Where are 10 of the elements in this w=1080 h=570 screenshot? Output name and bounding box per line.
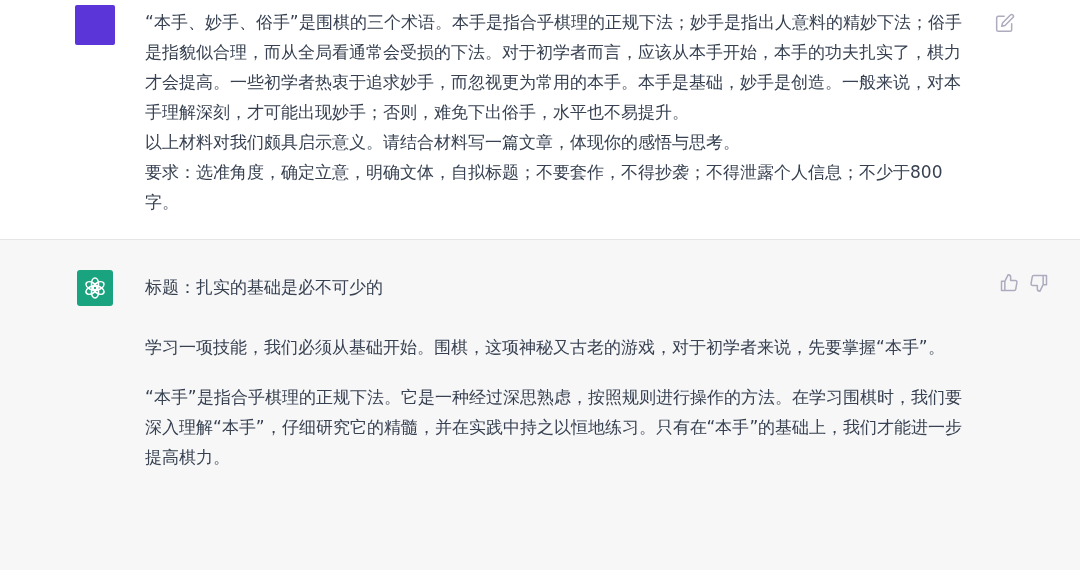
message-text: “本手”是指合乎棋理的正规下法。它是一种经过深思熟虑，按照规则进行操作的方法。在学习围棋时，我们要深入理解“本手”，仔细研究它的精髓，并在实践中持之以恒地练习。只有在“本手”的基础上，我们才能进一步提高棋力。 <box>145 386 964 469</box>
edit-icon[interactable] <box>995 13 1015 33</box>
essay-title: 标题：扎实的基础是必不可少的 <box>145 276 384 299</box>
message-text: 学习一项技能，我们必须从基础开始。围棋，这项神秘又古老的游戏，对于初学者来说，先要掌握“本手”。 <box>145 336 946 359</box>
message-text: 要求：选准角度，确定立意，明确文体，自拟标题；不要套作，不得抄袭；不得泄露个人信息；不少于800字。 <box>145 161 944 214</box>
user-avatar <box>75 5 115 45</box>
thumbs-up-icon[interactable] <box>999 273 1019 293</box>
thumbs-down-icon[interactable] <box>1029 273 1049 293</box>
message-text: 以上材料对我们颇具启示意义。请结合材料写一篇文章，体现你的感悟与思考。 <box>145 131 741 154</box>
message-text: “本手、妙手、俗手”是围棋的三个术语。本手是指合乎棋理的正规下法；妙手是指出人意料的精妙下法；俗手是指貌似合理，而从全局看通常会受损的下法。对于初学者而言，应该从本手开始，本手的功夫扎实了，棋力才会提高。一些初学者热衷于追求妙手，而忽视更为常用的本手。本手是基础，妙手是创造。一般来说，对本手理解深刻，才可能出现妙手；否则，难免下出俗手，水平也不易提升。 <box>145 11 963 124</box>
